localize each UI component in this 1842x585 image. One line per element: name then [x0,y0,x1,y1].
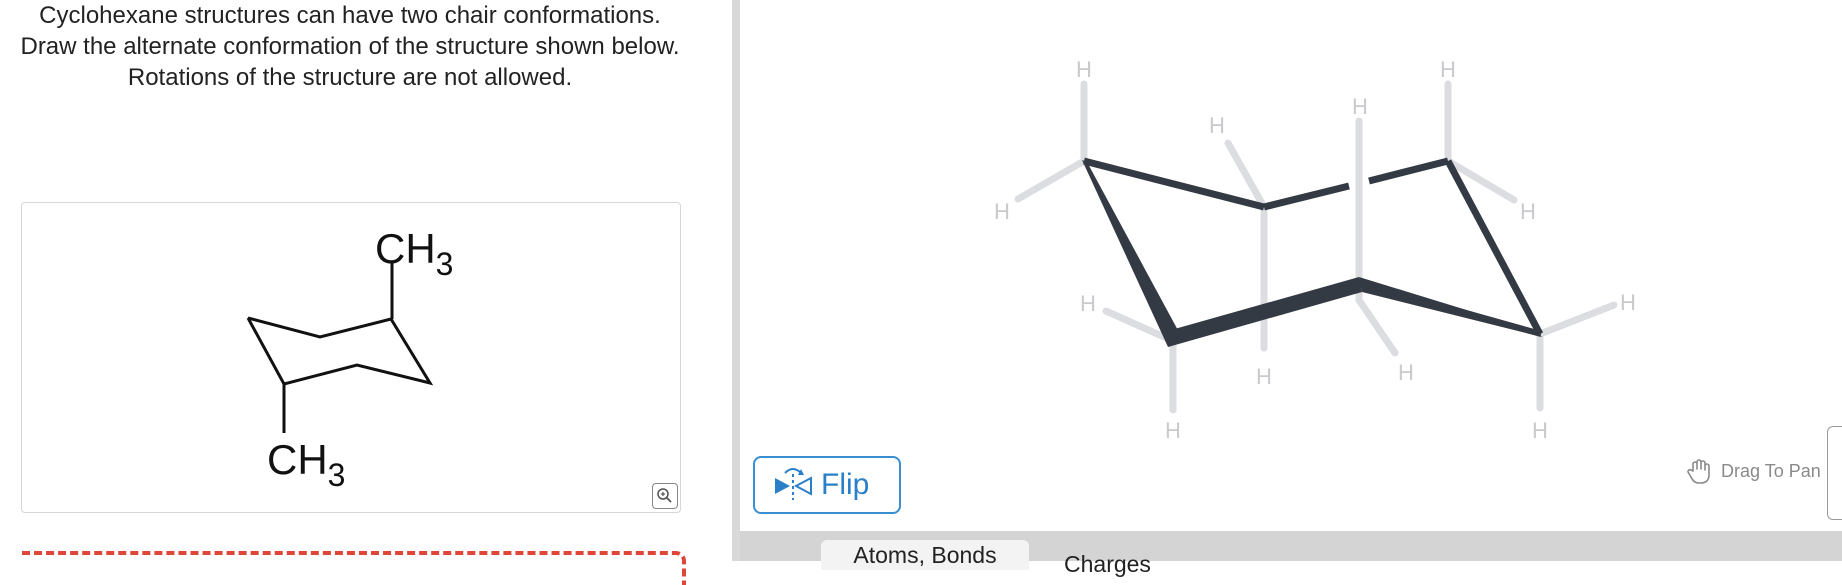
side-control[interactable] [1827,426,1842,520]
h-label: H [1440,57,1456,82]
drag-to-pan: Drag To Pan [1687,457,1821,485]
drawing-panel[interactable]: H H H H H H H H H H H H Flip Drag To Pan [740,0,1842,577]
chair-ring[interactable] [1082,157,1544,347]
question-line-2: Draw the alternate conformation of the s… [20,33,680,60]
given-chair-structure: CH3 CH3 [246,225,453,493]
bottom-methyl-label: CH3 [267,436,345,493]
h-label: H [1620,290,1636,315]
flip-label: Flip [821,468,870,501]
h-label: H [994,199,1010,224]
h-label: H [1520,199,1536,224]
question-panel: Cyclohexane structures can have two chai… [0,0,732,585]
question-line-3: Rotations of the structure are not allow… [127,64,573,91]
given-ring [246,316,434,386]
h-label: H [1076,57,1092,82]
tab-atoms-bonds[interactable]: Atoms, Bonds [821,540,1029,570]
h-label: H [1398,360,1414,385]
panel-divider [732,0,740,561]
drawing-canvas[interactable]: H H H H H H H H H H H H [740,0,1842,531]
flip-icon [775,468,812,500]
h-label: H [1256,364,1272,389]
hand-icon [1687,459,1710,484]
question-line-1: Cyclohexane structures can have two chai… [39,2,661,29]
bottom-toolbar: Atoms, Bonds Charges [740,531,1842,577]
h-label: H [1165,418,1181,443]
h-label: H [1532,418,1548,443]
zoom-button[interactable] [652,483,678,509]
tab-charges[interactable]: Charges [1064,551,1151,578]
question-text: Cyclohexane structures can have two chai… [0,0,700,93]
h-label: H [1352,94,1368,119]
answer-drop-area[interactable] [22,551,686,585]
top-methyl-label: CH3 [375,225,453,282]
hydrogen-bonds [1014,80,1618,414]
given-structure-card: CH3 CH3 [21,202,681,513]
zoom-in-icon [657,488,672,503]
flip-button[interactable]: Flip [753,456,901,514]
h-label: H [1209,113,1225,138]
h-label: H [1080,291,1096,316]
drag-to-pan-label: Drag To Pan [1721,460,1821,481]
